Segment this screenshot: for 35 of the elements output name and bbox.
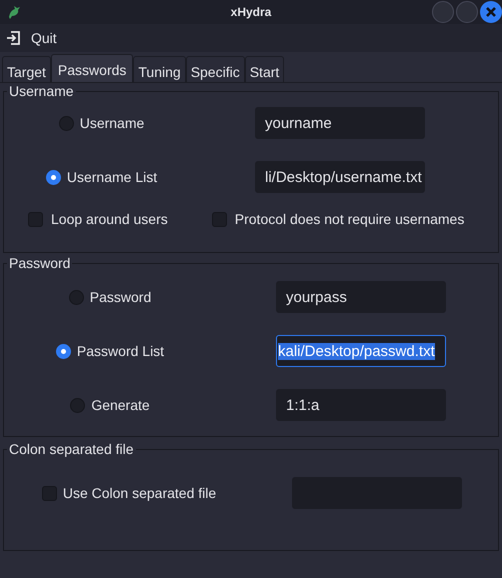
option-label: Generate: [91, 397, 150, 413]
checkbox[interactable]: [28, 212, 43, 226]
input-field[interactable]: yourpass: [276, 281, 446, 313]
option-label: Username List: [66, 169, 158, 185]
option-label: Username: [80, 115, 144, 131]
input-field[interactable]: li/Desktop/username.txt: [255, 161, 425, 193]
radio-button[interactable]: [56, 344, 71, 358]
exit-icon: [6, 31, 20, 45]
group-title: Username: [8, 83, 75, 99]
checkbox-label: Use Colon separated file: [62, 485, 216, 501]
option-label: Password: [90, 289, 152, 305]
radio-button[interactable]: [68, 290, 84, 304]
tab[interactable]: Start: [244, 56, 284, 82]
tab[interactable]: Passwords: [50, 54, 134, 82]
radio-button[interactable]: [70, 398, 86, 412]
checkbox[interactable]: [212, 212, 227, 226]
input-field[interactable]: yourname: [255, 107, 425, 139]
quit-menu-item[interactable]: Quit: [0, 28, 63, 48]
option-label: Password List: [76, 343, 164, 359]
tab[interactable]: Specific: [186, 56, 245, 82]
checkbox-label: Protocol does not require usernames: [234, 211, 464, 227]
tab[interactable]: Tuning: [133, 56, 186, 82]
close-icon[interactable]: [480, 1, 502, 23]
checkbox[interactable]: [42, 486, 57, 500]
input-field[interactable]: kali/Desktop/passwd.txt: [276, 335, 446, 367]
dragon-icon: [6, 4, 22, 20]
group-title: Colon separated file: [8, 441, 135, 457]
group-title: Password: [8, 255, 72, 271]
tab[interactable]: Target: [2, 56, 51, 82]
input-field[interactable]: 1:1:a: [276, 389, 446, 421]
checkbox-label: Loop around users: [51, 211, 168, 227]
window-title: xHydra: [230, 5, 272, 19]
radio-button[interactable]: [46, 170, 61, 184]
minimize-button[interactable]: [432, 1, 454, 23]
radio-button[interactable]: [58, 116, 74, 130]
